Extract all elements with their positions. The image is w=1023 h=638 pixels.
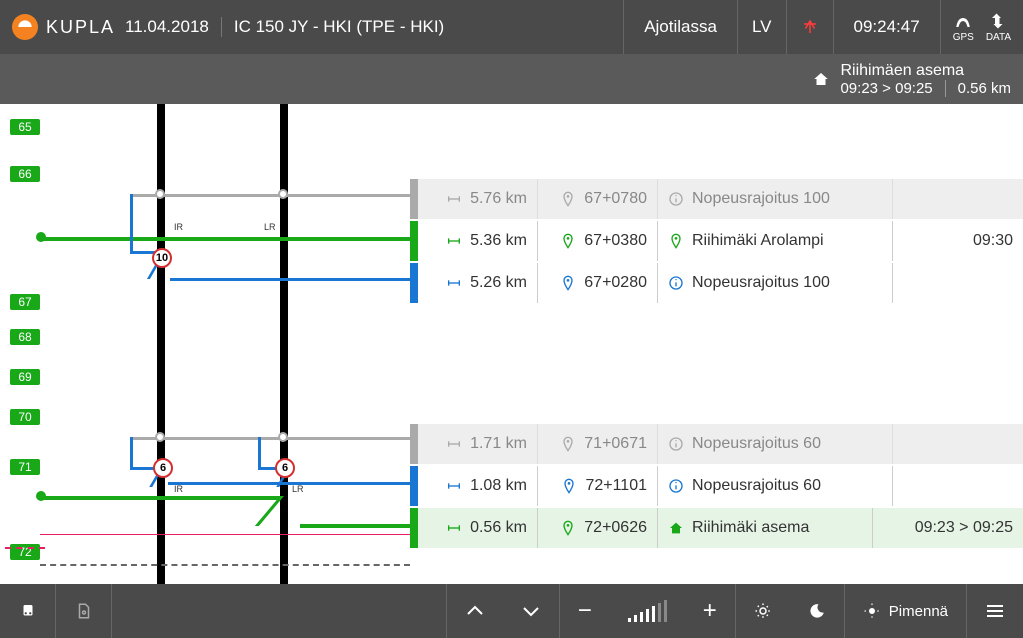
event-row[interactable]: 0.56 km72+0626Riihimäki asema09:23 > 09:… <box>410 508 1023 548</box>
km-marker: 70 <box>10 409 40 425</box>
status-icons: GPS DATA <box>940 0 1023 54</box>
event-desc: Nopeusrajoitus 60 <box>658 424 893 464</box>
event-distance: 5.26 km <box>418 263 538 303</box>
top-header: KUPLA 11.04.2018 IC 150 JY - HKI (TPE - … <box>0 0 1023 54</box>
chevron-down-icon <box>521 604 541 618</box>
antenna-icon <box>801 18 819 36</box>
km-marker: 68 <box>10 329 40 345</box>
vol-up-button[interactable]: + <box>685 584 735 638</box>
gps-icon <box>954 12 972 30</box>
event-row[interactable]: 5.36 km67+0380Riihimäki Arolampi09:30 <box>410 221 1023 261</box>
event-distance: 5.76 km <box>418 179 538 219</box>
event-desc: Riihimäki asema <box>658 508 873 548</box>
event-location: 72+1101 <box>538 466 658 506</box>
km-marker: 66 <box>10 166 40 182</box>
menu-button[interactable] <box>967 584 1023 638</box>
up-button[interactable] <box>447 584 503 638</box>
home-icon <box>812 70 830 88</box>
subheader: Riihimäen asema 09:23 > 09:25 0.56 km <box>0 54 1023 104</box>
event-location: 67+0380 <box>538 221 658 261</box>
doc-button[interactable] <box>56 584 112 638</box>
km-marker: 69 <box>10 369 40 385</box>
event-location: 72+0626 <box>538 508 658 548</box>
event-time: 09:30 <box>893 221 1023 261</box>
logo-icon <box>12 14 38 40</box>
event-row[interactable]: 1.08 km72+1101Nopeusrajoitus 60 <box>410 466 1023 506</box>
track-left <box>157 104 165 584</box>
data-status: DATA <box>986 12 1011 43</box>
track-label-lr: LR <box>264 222 276 232</box>
event-desc: Nopeusrajoitus 100 <box>658 263 893 303</box>
dim-button[interactable]: Pimennä <box>845 584 966 638</box>
track-label-ir: IR <box>174 222 183 232</box>
speed-badge: 6 <box>153 458 173 478</box>
doc-icon <box>75 602 93 620</box>
event-location: 71+0671 <box>538 424 658 464</box>
train-view-button[interactable] <box>0 584 56 638</box>
event-row[interactable]: 5.26 km67+0280Nopeusrajoitus 100 <box>410 263 1023 303</box>
menu-icon <box>985 603 1005 619</box>
train-icon <box>19 602 37 620</box>
track-diagram: 6566676869707172 IR LR IR LR 1066 5.76 k… <box>0 104 1023 584</box>
km-marker: 65 <box>10 119 40 135</box>
event-desc: Nopeusrajoitus 60 <box>658 466 893 506</box>
event-time: 09:23 > 09:25 <box>873 508 1023 548</box>
event-time <box>893 466 1023 506</box>
night-button[interactable] <box>790 584 844 638</box>
event-location: 67+0780 <box>538 179 658 219</box>
brightness-button[interactable] <box>736 584 790 638</box>
logo: KUPLA <box>0 14 115 40</box>
bottom-bar: − + Pimennä <box>0 584 1023 638</box>
event-desc: Riihimäki Arolampi <box>658 221 893 261</box>
header-train: IC 150 JY - HKI (TPE - HKI) <box>221 17 456 37</box>
dim-icon <box>863 602 881 620</box>
speed-badge: 6 <box>275 458 295 478</box>
volume-level <box>610 584 685 638</box>
event-row[interactable]: 1.71 km71+0671Nopeusrajoitus 60 <box>410 424 1023 464</box>
vol-down-button[interactable]: − <box>560 584 610 638</box>
track-right <box>280 104 288 584</box>
event-distance: 1.71 km <box>418 424 538 464</box>
speed-badge: 10 <box>152 248 172 268</box>
station-times: 09:23 > 09:25 <box>840 80 945 97</box>
data-icon <box>989 12 1007 30</box>
app-name: KUPLA <box>46 17 115 38</box>
event-row[interactable]: 5.76 km67+0780Nopeusrajoitus 100 <box>410 179 1023 219</box>
event-time <box>893 263 1023 303</box>
mode-cell[interactable]: Ajotilassa <box>623 0 737 54</box>
down-button[interactable] <box>503 584 559 638</box>
track-label-ir-2: IR <box>174 484 183 494</box>
event-distance: 5.36 km <box>418 221 538 261</box>
event-distance: 1.08 km <box>418 466 538 506</box>
station-dist: 0.56 km <box>958 80 1011 97</box>
track-label-lr-2: LR <box>292 484 304 494</box>
chevron-up-icon <box>465 604 485 618</box>
antenna-cell[interactable] <box>786 0 833 54</box>
event-time <box>893 424 1023 464</box>
event-distance: 0.56 km <box>418 508 538 548</box>
km-marker: 67 <box>10 294 40 310</box>
next-station: Riihimäen asema <box>840 62 964 80</box>
moon-icon <box>808 602 826 620</box>
clock-cell: 09:24:47 <box>833 0 940 54</box>
event-time <box>893 179 1023 219</box>
km-marker: 71 <box>10 459 40 475</box>
lv-cell[interactable]: LV <box>737 0 786 54</box>
event-location: 67+0280 <box>538 263 658 303</box>
event-desc: Nopeusrajoitus 100 <box>658 179 893 219</box>
gps-status: GPS <box>953 12 974 43</box>
header-date: 11.04.2018 <box>125 17 221 37</box>
sun-icon <box>754 602 772 620</box>
